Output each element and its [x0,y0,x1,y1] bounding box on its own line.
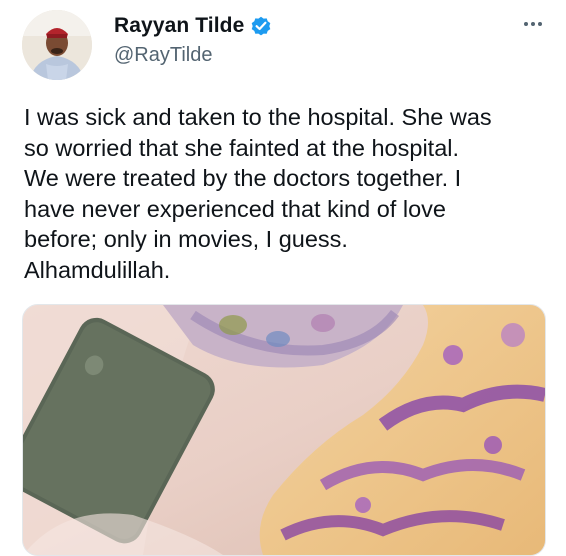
verified-badge-icon [250,15,272,37]
tweet-media-image[interactable] [22,304,546,556]
display-name[interactable]: Rayyan Tilde [114,14,244,38]
tweet-card: Rayyan Tilde @RayTilde I was sick and ta… [0,0,566,556]
dot [531,22,535,26]
tweet-text-line: before; only in movies, I guess. [24,226,348,252]
media-photo [23,305,545,555]
dot [538,22,542,26]
tweet-text-line: I was sick and taken to the hospital. Sh… [24,104,492,130]
avatar-image [22,10,92,80]
tweet-text: I was sick and taken to the hospital. Sh… [24,102,554,285]
avatar[interactable] [22,10,92,80]
name-row: Rayyan Tilde [114,11,272,41]
handle[interactable]: @RayTilde [114,44,272,67]
tweet-text-line: have never experienced that kind of love [24,195,446,222]
tweet-text-line: Alhamdulillah. [24,256,171,283]
tweet-text-line: so worried that she fainted at the hospi… [24,134,460,161]
tweet-text-line: We were treated by the doctors together.… [24,165,462,191]
author-block: Rayyan Tilde @RayTilde [114,11,272,67]
more-options-icon[interactable] [518,16,548,32]
dot [524,22,528,26]
